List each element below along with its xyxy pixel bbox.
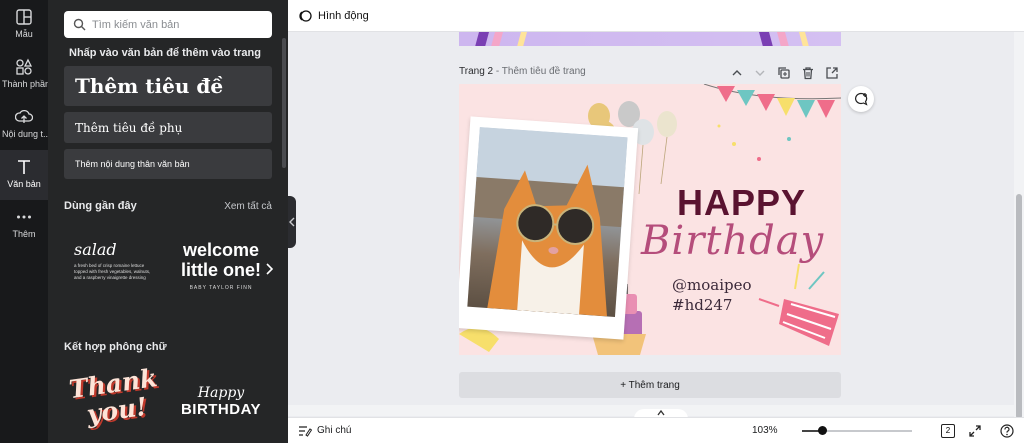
chevron-left-icon <box>289 217 295 227</box>
rail-item-elements[interactable]: Thành phần <box>0 50 48 100</box>
card-body: BIRTHDAY <box>180 401 262 418</box>
zoom-slider-knob[interactable] <box>818 426 827 435</box>
card-title: Thank you! <box>67 363 159 429</box>
add-comment-button[interactable] <box>848 86 874 112</box>
text-icon <box>18 160 30 174</box>
chevron-down-icon[interactable] <box>753 66 767 80</box>
cat-photo-frame[interactable] <box>459 116 639 340</box>
design-page[interactable]: HAPPY Birthday @moaipeo #hd247 <box>459 84 841 355</box>
editor-topbar: Hình động <box>288 0 1024 32</box>
page-count: 2 <box>945 426 951 435</box>
duplicate-icon[interactable] <box>777 66 791 80</box>
page-title-placeholder[interactable]: - Thêm tiêu đề trang <box>496 66 586 77</box>
notes-button[interactable]: Ghi chú <box>317 425 351 436</box>
card-body: BABY TAYLOR FINN <box>189 285 253 291</box>
previous-page-preview[interactable] <box>459 32 841 46</box>
fullscreen-icon[interactable] <box>968 424 982 438</box>
recent-section-title: Dùng gần đây <box>64 200 137 212</box>
chevron-up-icon[interactable] <box>730 66 744 80</box>
template-icon <box>16 9 32 25</box>
animate-button[interactable]: Hình động <box>318 10 369 22</box>
page-number: Trang 2 <box>459 66 494 77</box>
rail-item-label: Thêm <box>12 229 36 239</box>
card-title: Happy <box>197 385 245 401</box>
combo-card-happy-birthday[interactable]: Happy BIRTHDAY <box>176 385 266 440</box>
cat-illustration <box>473 127 628 317</box>
search-icon <box>73 18 86 31</box>
more-dots-icon <box>17 215 31 219</box>
animate-icon <box>299 10 312 22</box>
handle-text[interactable]: @moaipeo <box>672 276 752 294</box>
text-panel: Nhấp vào văn bản để thêm vào trang Thêm … <box>48 0 288 443</box>
add-body-text-button[interactable]: Thêm nội dung thân văn bản <box>64 149 272 179</box>
panel-hint: Nhấp vào văn bản để thêm vào trang <box>69 47 261 59</box>
search-box[interactable] <box>64 11 272 38</box>
add-subheading-button[interactable]: Thêm tiêu đề phụ <box>64 112 272 143</box>
see-all-link[interactable]: Xem tất cả <box>224 201 272 212</box>
add-page-button[interactable]: + Thêm trang <box>459 372 841 398</box>
recent-card-welcome[interactable]: welcome little one! BABY TAYLOR FINN <box>176 240 266 310</box>
rail-item-label: Thành phần <box>2 79 48 89</box>
chevron-right-icon[interactable] <box>264 262 274 276</box>
chevron-up-icon <box>657 409 665 416</box>
hashtag-text[interactable]: #hd247 <box>672 296 732 314</box>
scroll-thumb[interactable] <box>1016 194 1022 419</box>
share-page-icon[interactable] <box>825 66 839 80</box>
add-heading-button[interactable]: Thêm tiêu đề <box>64 66 272 106</box>
card-title: welcome little one! <box>181 240 261 280</box>
notes-icon <box>299 426 312 437</box>
rail-item-uploads[interactable]: Nội dung t... <box>0 100 48 150</box>
page-count-button[interactable]: 2 <box>941 424 955 438</box>
elements-icon <box>16 58 33 75</box>
zoom-level[interactable]: 103% <box>752 425 778 436</box>
combo-card-thank-you[interactable]: Thank you! <box>67 363 160 443</box>
collapse-panel-button[interactable] <box>288 196 296 248</box>
card-body: a fresh bed of crisp romaine lettuce top… <box>74 263 151 280</box>
page-decoration <box>475 32 809 46</box>
trash-icon[interactable] <box>801 66 815 80</box>
canvas-vertical-scrollbar[interactable] <box>1014 32 1024 419</box>
zoom-slider[interactable] <box>802 426 912 435</box>
rail-item-more[interactable]: Thêm <box>0 200 48 250</box>
rail-item-text[interactable]: Văn bản <box>0 150 48 200</box>
rail-item-label: Mẫu <box>15 29 33 39</box>
recent-card-salad[interactable]: salad a fresh bed of crisp romaine lettu… <box>70 240 162 310</box>
side-rail: Mẫu Thành phần Nội dung t... Văn bản Thê… <box>0 0 48 443</box>
help-icon[interactable] <box>1000 424 1014 438</box>
rail-item-label: Nội dung t... <box>2 129 48 139</box>
birthday-text[interactable]: Birthday <box>641 218 824 264</box>
card-title: salad <box>74 240 117 259</box>
search-input[interactable] <box>92 15 262 34</box>
comment-plus-icon <box>855 92 868 106</box>
font-combo-section-title: Kết hợp phông chữ <box>64 341 167 353</box>
editor-bottombar: Ghi chú 103% 2 <box>288 417 1024 443</box>
rail-item-templates[interactable]: Mẫu <box>0 0 48 50</box>
upload-cloud-icon <box>15 109 33 123</box>
rail-item-label: Văn bản <box>7 179 41 189</box>
panel-scrollbar[interactable] <box>282 38 286 168</box>
cat-photo <box>467 127 628 317</box>
page-label[interactable]: Trang 2 - Thêm tiêu đề trang <box>459 66 586 77</box>
